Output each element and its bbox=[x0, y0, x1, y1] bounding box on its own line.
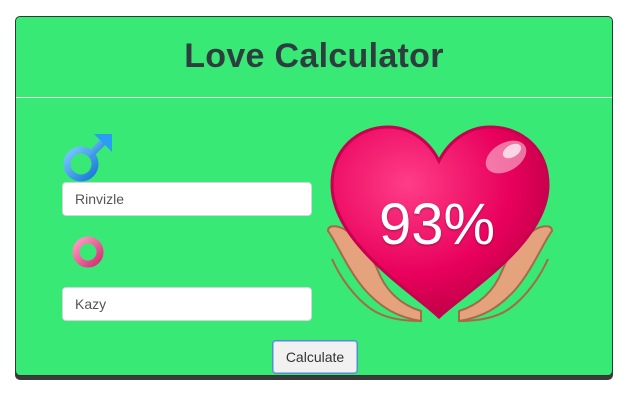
female-symbol-icon bbox=[60, 236, 116, 288]
male-name-input[interactable] bbox=[62, 182, 312, 216]
calculate-button[interactable]: Calculate bbox=[272, 340, 358, 374]
calculator-card: Love Calculator Rinvizle Kazy 93% Calcul… bbox=[15, 16, 613, 376]
female-name-input[interactable] bbox=[62, 287, 312, 321]
page-title: Love Calculator bbox=[184, 37, 444, 75]
love-percentage: 93% bbox=[378, 192, 496, 257]
heart-result: 93% bbox=[326, 121, 556, 326]
header: Love Calculator bbox=[16, 17, 612, 98]
male-symbol-icon bbox=[60, 130, 116, 186]
